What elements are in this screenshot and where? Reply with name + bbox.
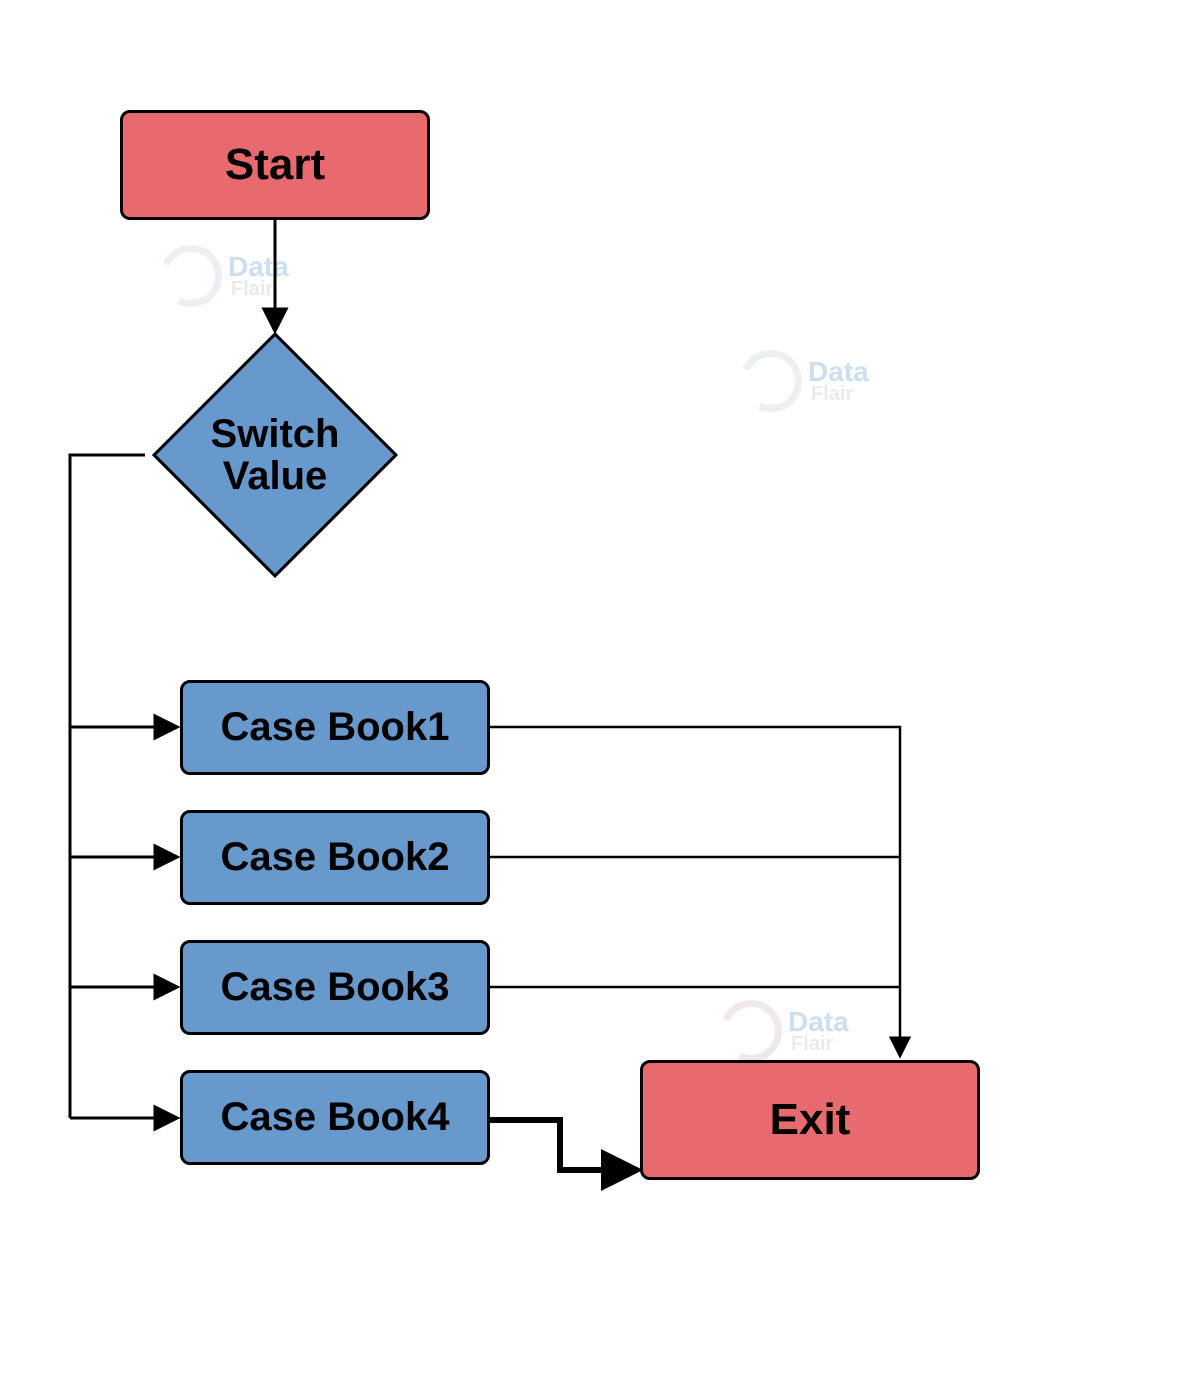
watermark-brand-bottom: Flair — [811, 385, 869, 403]
decision-node: Switch Value — [140, 320, 410, 590]
case2-label: Case Book2 — [221, 835, 450, 880]
watermark-brand-bottom: Flair — [791, 1035, 849, 1053]
case-node-3: Case Book3 — [180, 940, 490, 1035]
watermark-brand-top: Data — [808, 359, 869, 384]
case1-label: Case Book1 — [221, 705, 450, 750]
watermark-logo: Data Flair — [720, 1000, 849, 1062]
exit-node: Exit — [640, 1060, 980, 1180]
case3-label: Case Book3 — [221, 965, 450, 1010]
edge-case1-to-merge — [490, 727, 900, 1055]
case-node-1: Case Book1 — [180, 680, 490, 775]
watermark-logo: Data Flair — [740, 350, 869, 412]
watermark-brand-top: Data — [788, 1009, 849, 1034]
watermark-logo: Data Flair — [160, 245, 289, 307]
edge-case4-to-exit — [490, 1120, 636, 1170]
edge-bus-vertical — [70, 455, 145, 1118]
start-node: Start — [120, 110, 430, 220]
watermark-brand-top: Data — [228, 254, 289, 279]
case-node-4: Case Book4 — [180, 1070, 490, 1165]
decision-label-line1: Switch — [211, 413, 340, 455]
exit-label: Exit — [770, 1095, 851, 1145]
case4-label: Case Book4 — [221, 1095, 450, 1140]
case-node-2: Case Book2 — [180, 810, 490, 905]
start-label: Start — [225, 140, 325, 190]
watermark-brand-bottom: Flair — [231, 280, 289, 298]
decision-label-line2: Value — [211, 455, 340, 497]
